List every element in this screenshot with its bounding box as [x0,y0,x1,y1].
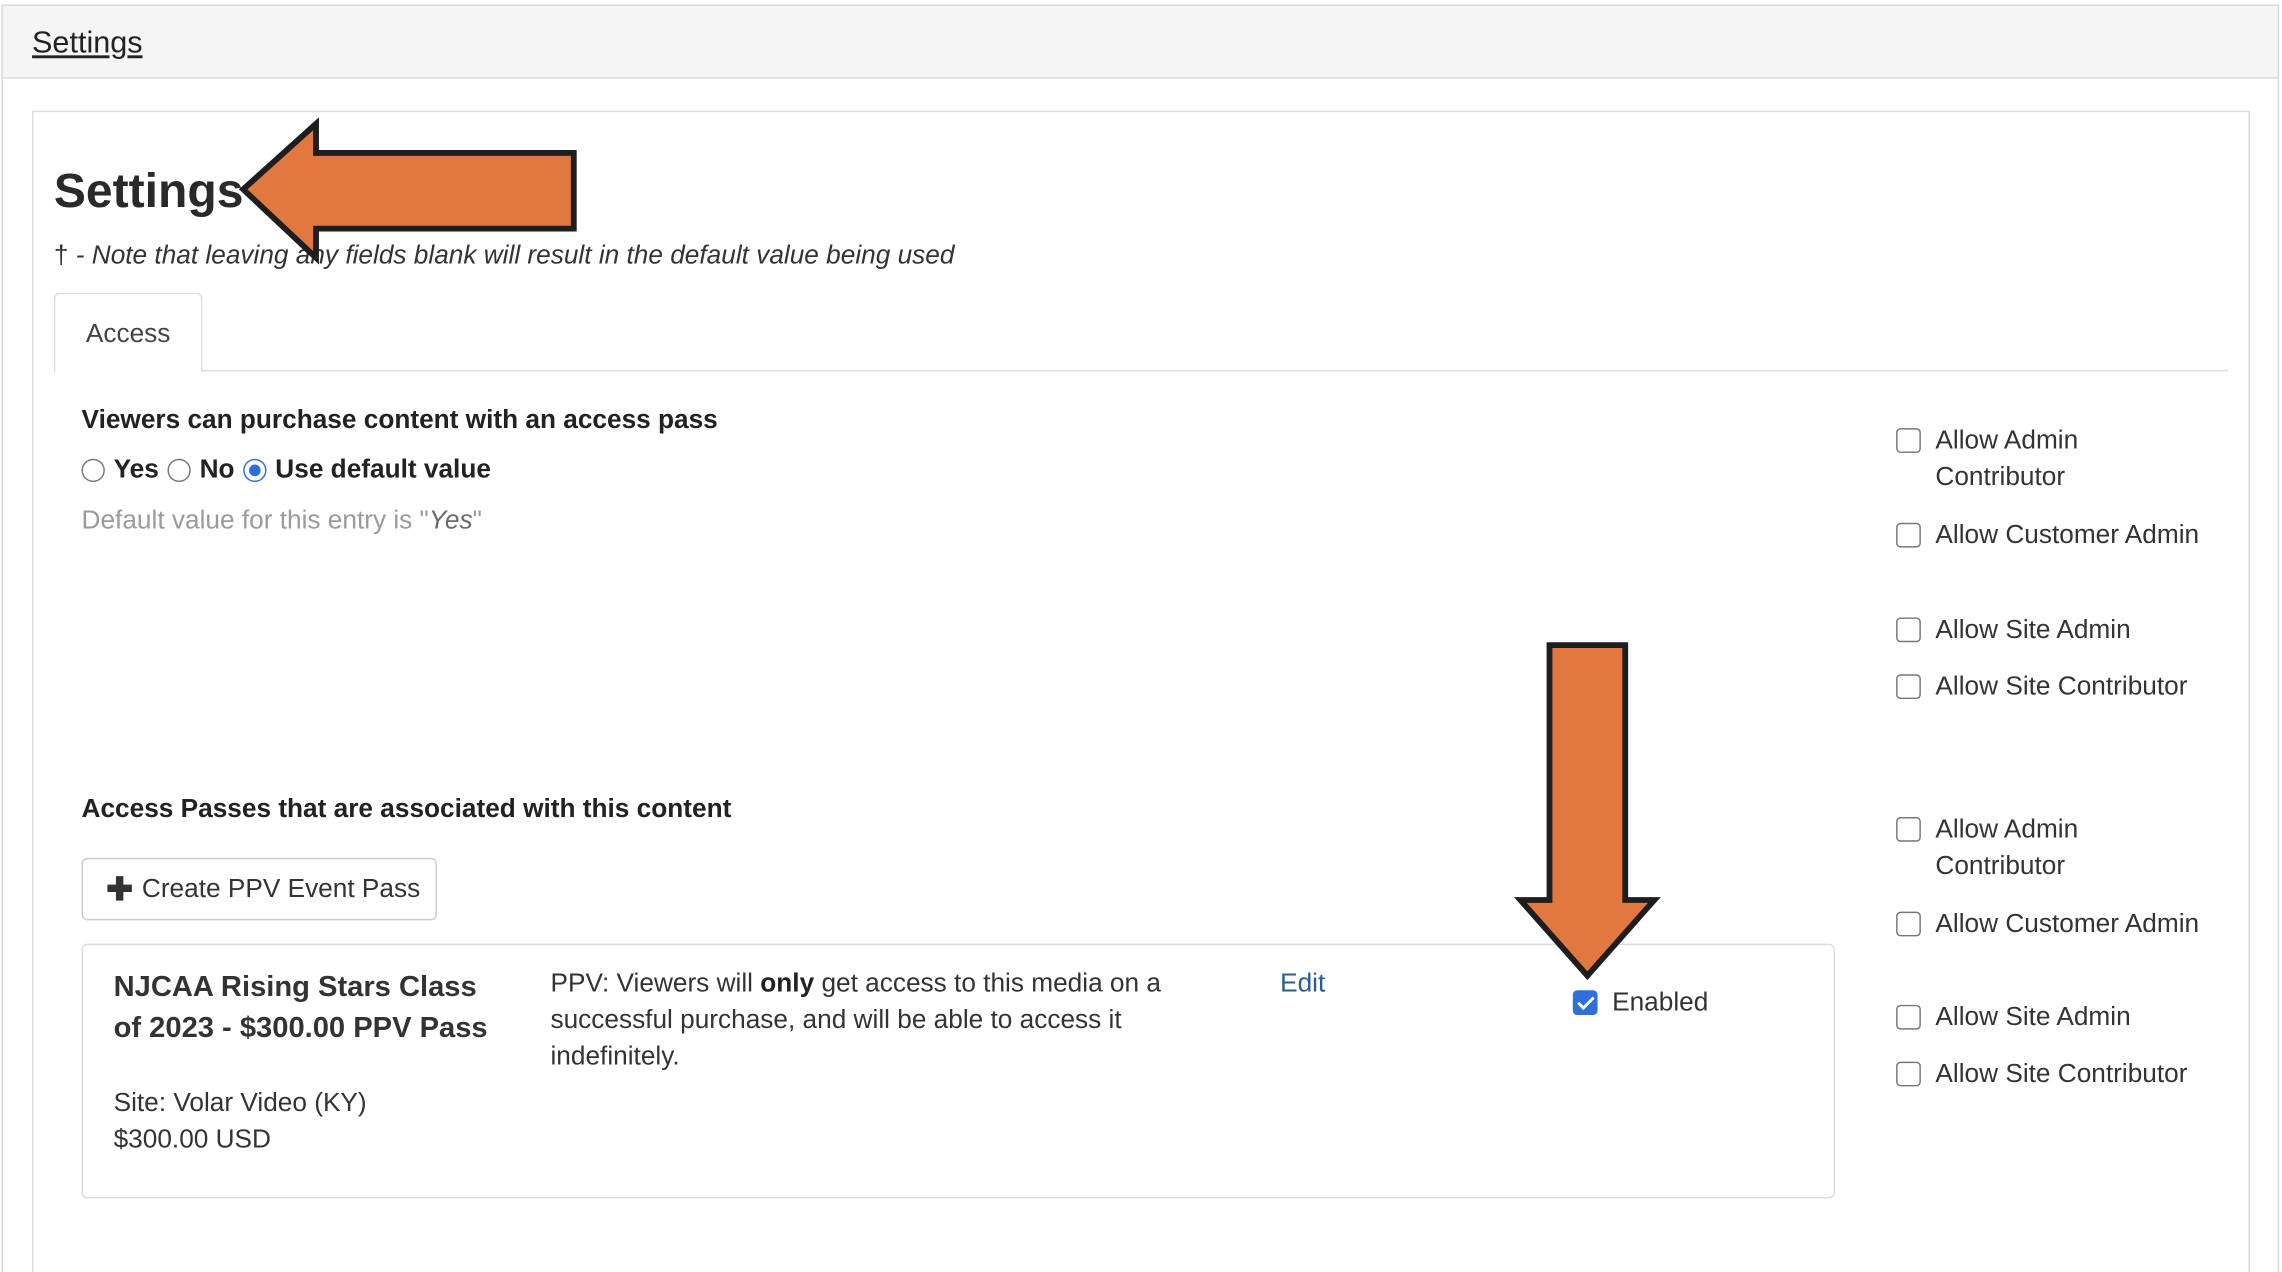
create-button-label: Create PPV Event Pass [141,873,421,903]
radio-no[interactable] [167,458,191,482]
edit-pass-link[interactable]: Edit [1280,968,1325,999]
settings-page: Settings Settings † - Note that leaving … [0,0,2282,1272]
perm-site-admin: Allow Site Admin [1896,999,2212,1035]
perm-site-admin: Allow Site Admin [1896,612,2212,648]
radio-use-default-label[interactable]: Use default value [275,454,491,485]
create-ppv-event-pass-button[interactable]: ✚ Create PPV Event Pass [81,857,437,921]
pass-enabled-toggle: Enabled [1572,987,1708,1018]
perm-site-contributor-checkbox[interactable] [1896,674,1921,700]
tab-access[interactable]: Access [53,292,203,373]
desc-bold: only [760,968,815,998]
radio-yes[interactable] [81,458,105,482]
enabled-label[interactable]: Enabled [1612,987,1708,1018]
default-value-hint: Default value for this entry is "Yes" [82,505,482,536]
perm-customer-admin-checkbox[interactable] [1896,911,1921,937]
perm-site-contributor-checkbox[interactable] [1896,1061,1921,1087]
perm-label[interactable]: Allow Admin Contributor [1935,422,2212,495]
dagger-symbol: † [53,240,69,270]
perm-admin-contributor-checkbox[interactable] [1896,816,1921,842]
hint-value: Yes [428,505,473,535]
perm-label[interactable]: Allow Customer Admin [1935,517,2212,553]
plus-icon: ✚ [106,870,134,907]
settings-breadcrumb-link[interactable]: Settings [32,26,143,61]
radio-yes-label[interactable]: Yes [114,454,159,485]
down-arrow-shape [1513,642,1661,981]
left-arrow-shape [238,117,577,265]
tab-strip-divider [53,369,2229,372]
pass-description: PPV: Viewers will only get access to thi… [550,966,1191,1075]
purchase-radio-group: Yes No Use default value [81,454,500,485]
perm-label[interactable]: Allow Site Contributor [1935,668,2255,704]
pass-price: $300.00 USD [113,1124,271,1154]
left-arrow-annotation [238,117,577,265]
perm-customer-admin-checkbox[interactable] [1896,522,1921,548]
page-title: Settings [53,163,244,217]
perm-customer-admin: Allow Customer Admin [1896,517,2212,553]
top-bar: Settings [2,5,2278,79]
hint-prefix: Default value for this entry is " [81,505,429,535]
passes-section-label: Access Passes that are associated with t… [81,793,732,823]
pass-name: NJCAA Rising Stars Class of 2023 - $300.… [113,971,488,1045]
radio-use-default[interactable] [243,458,267,482]
perm-label[interactable]: Allow Site Admin [1935,612,2212,648]
desc-prefix: PPV: Viewers will [550,968,761,998]
perm-label[interactable]: Allow Customer Admin [1935,906,2212,942]
hint-suffix: " [472,505,482,535]
perm-label[interactable]: Allow Site Admin [1935,999,2212,1035]
radio-no-label[interactable]: No [200,454,235,485]
purchase-section-label: Viewers can purchase content with an acc… [81,404,718,434]
perm-site-admin-checkbox[interactable] [1896,1004,1921,1030]
perm-label[interactable]: Allow Site Contributor [1935,1056,2255,1092]
perm-site-admin-checkbox[interactable] [1896,617,1921,643]
perm-admin-contributor: Allow Admin Contributor [1896,811,2212,884]
enabled-checkbox[interactable] [1572,990,1598,1016]
down-arrow-annotation [1513,642,1661,981]
perm-admin-contributor-checkbox[interactable] [1896,428,1921,453]
perm-site-contributor: Allow Site Contributor [1896,1056,2256,1092]
perm-customer-admin: Allow Customer Admin [1896,906,2212,942]
perm-site-contributor: Allow Site Contributor [1896,668,2256,704]
perm-label[interactable]: Allow Admin Contributor [1935,811,2212,884]
pass-site: Site: Volar Video (KY) [113,1087,367,1117]
perm-admin-contributor: Allow Admin Contributor [1896,422,2212,495]
